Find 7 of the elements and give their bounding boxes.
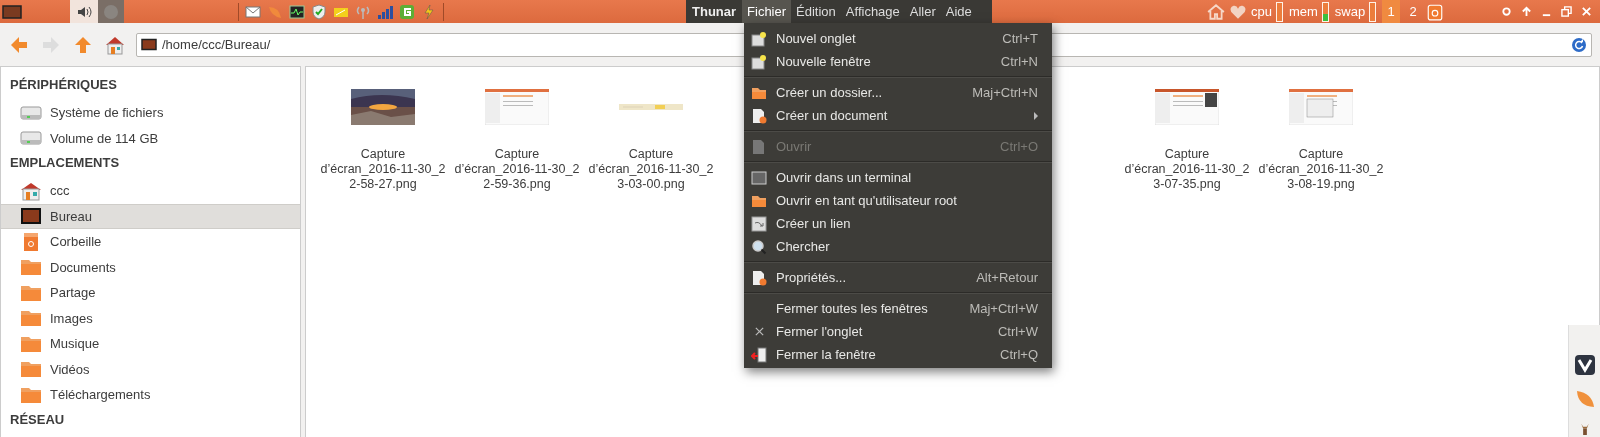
meter-label: swap [1334, 4, 1366, 19]
meter-label: cpu [1251, 4, 1272, 19]
section-heading: RÉSEAU [9, 410, 66, 429]
meter-label: mem [1288, 4, 1318, 19]
section-heading: PÉRIPHÉRIQUES [9, 76, 118, 94]
app-name: Thunar [692, 4, 737, 19]
section-heading: EMPLACEMENTS [9, 154, 121, 172]
